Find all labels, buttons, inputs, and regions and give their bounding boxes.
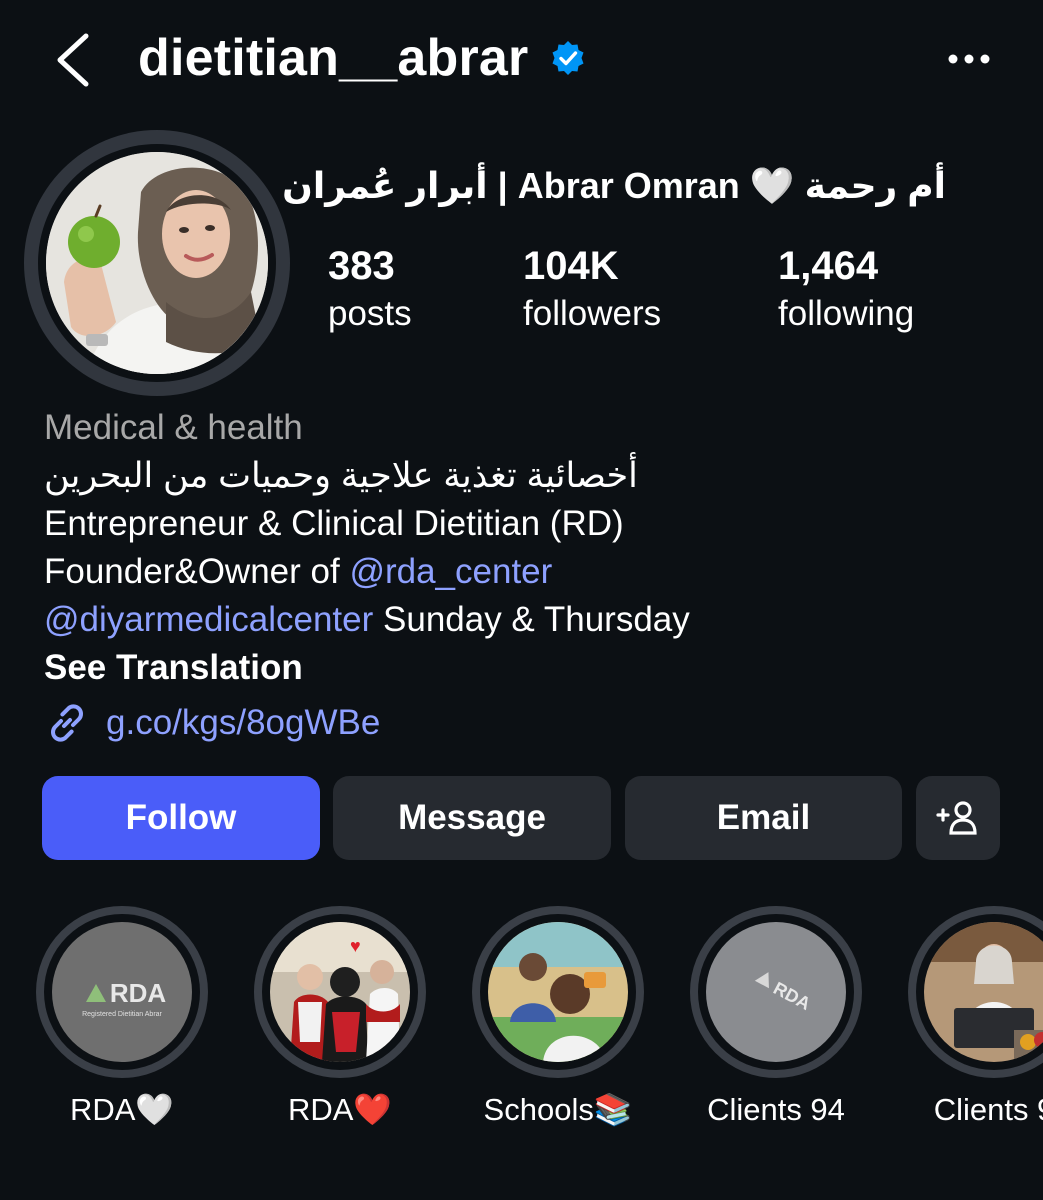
highlight-logo-subtext: Registered Dietitian Abrar: [82, 1011, 162, 1018]
following-count[interactable]: 1,464 following: [778, 240, 914, 336]
schedule-text: Sunday & Thursday: [373, 600, 690, 639]
bio-link[interactable]: g.co/kgs/8ogWBe: [44, 696, 1004, 750]
highlight-cover: RDA: [706, 922, 846, 1062]
mention-diyar-medical-center[interactable]: @diyarmedicalcenter: [44, 600, 373, 639]
bio-arabic-line: أخصائية تغذية علاجية وحميات من البحرين: [44, 456, 638, 495]
followers-label: followers: [523, 294, 662, 333]
bio-founder-line: Founder&Owner of @rda_center: [44, 548, 1004, 596]
highlight-label: Clients 94: [707, 1092, 845, 1127]
profile-avatar[interactable]: [24, 130, 290, 396]
highlight-cover: [488, 922, 628, 1062]
more-options-button[interactable]: [944, 44, 994, 74]
highlight-cover: RDA Registered Dietitian Abrar: [52, 922, 192, 1062]
founder-prefix: Founder&Owner of: [44, 552, 350, 591]
suggested-accounts-button[interactable]: [916, 776, 1000, 860]
highlight-label: Clients 9: [933, 1092, 1043, 1127]
highlight-cover: ♥: [270, 922, 410, 1062]
email-button[interactable]: Email: [625, 776, 902, 860]
profile-category: Medical & health: [44, 408, 303, 447]
more-horizontal-icon: [948, 54, 990, 64]
bio-title-line: Entrepreneur & Clinical Dietitian (RD): [44, 504, 624, 543]
followers-count[interactable]: 104K followers: [523, 240, 661, 336]
story-highlight[interactable]: RDA Registered Dietitian Abrar RDA🤍: [36, 906, 216, 1146]
highlight-logo-text: RDA: [110, 978, 167, 1008]
mention-rda-center[interactable]: @rda_center: [349, 552, 552, 591]
highlight-label: Schools📚: [483, 1092, 633, 1127]
story-highlight[interactable]: ♥ RDA❤️: [254, 906, 434, 1146]
verified-badge-icon: [550, 40, 586, 76]
top-bar: dietitian__abrar: [0, 0, 1043, 120]
highlight-label: RDA🤍: [69, 1092, 175, 1127]
see-translation-button[interactable]: See Translation: [44, 644, 1004, 692]
story-highlight[interactable]: RDA Clients 94: [690, 906, 870, 1146]
profile-username: dietitian__abrar: [138, 29, 529, 87]
profile-page: dietitian__abrar أم رحمة 🤍 Abrar Omran |…: [0, 0, 1043, 1200]
story-highlight[interactable]: Schools📚: [472, 906, 652, 1146]
back-button[interactable]: [52, 30, 96, 90]
message-button[interactable]: Message: [333, 776, 611, 860]
followers-value: 104K: [523, 244, 619, 288]
posts-value: 383: [328, 244, 395, 288]
add-person-icon: [936, 801, 977, 835]
avatar-photo: [46, 152, 268, 374]
link-icon: [51, 704, 83, 742]
profile-bio: Medical & health أخصائية تغذية علاجية وح…: [44, 404, 1004, 750]
posts-count[interactable]: 383 posts: [328, 240, 412, 336]
bio-link-text[interactable]: g.co/kgs/8ogWBe: [106, 703, 380, 743]
story-highlight[interactable]: Clients 9: [908, 906, 1043, 1146]
svg-text:♥: ♥: [350, 936, 361, 956]
posts-label: posts: [328, 294, 412, 333]
following-label: following: [778, 294, 915, 333]
profile-full-name: أم رحمة 🤍 Abrar Omran | أبرار عُمران: [282, 165, 946, 206]
following-value: 1,464: [778, 244, 879, 288]
highlight-label: RDA❤️: [287, 1092, 393, 1127]
chevron-left-icon: [57, 33, 89, 87]
follow-button[interactable]: Follow: [42, 776, 320, 860]
bio-schedule-line: @diyarmedicalcenter Sunday & Thursday: [44, 596, 1004, 644]
